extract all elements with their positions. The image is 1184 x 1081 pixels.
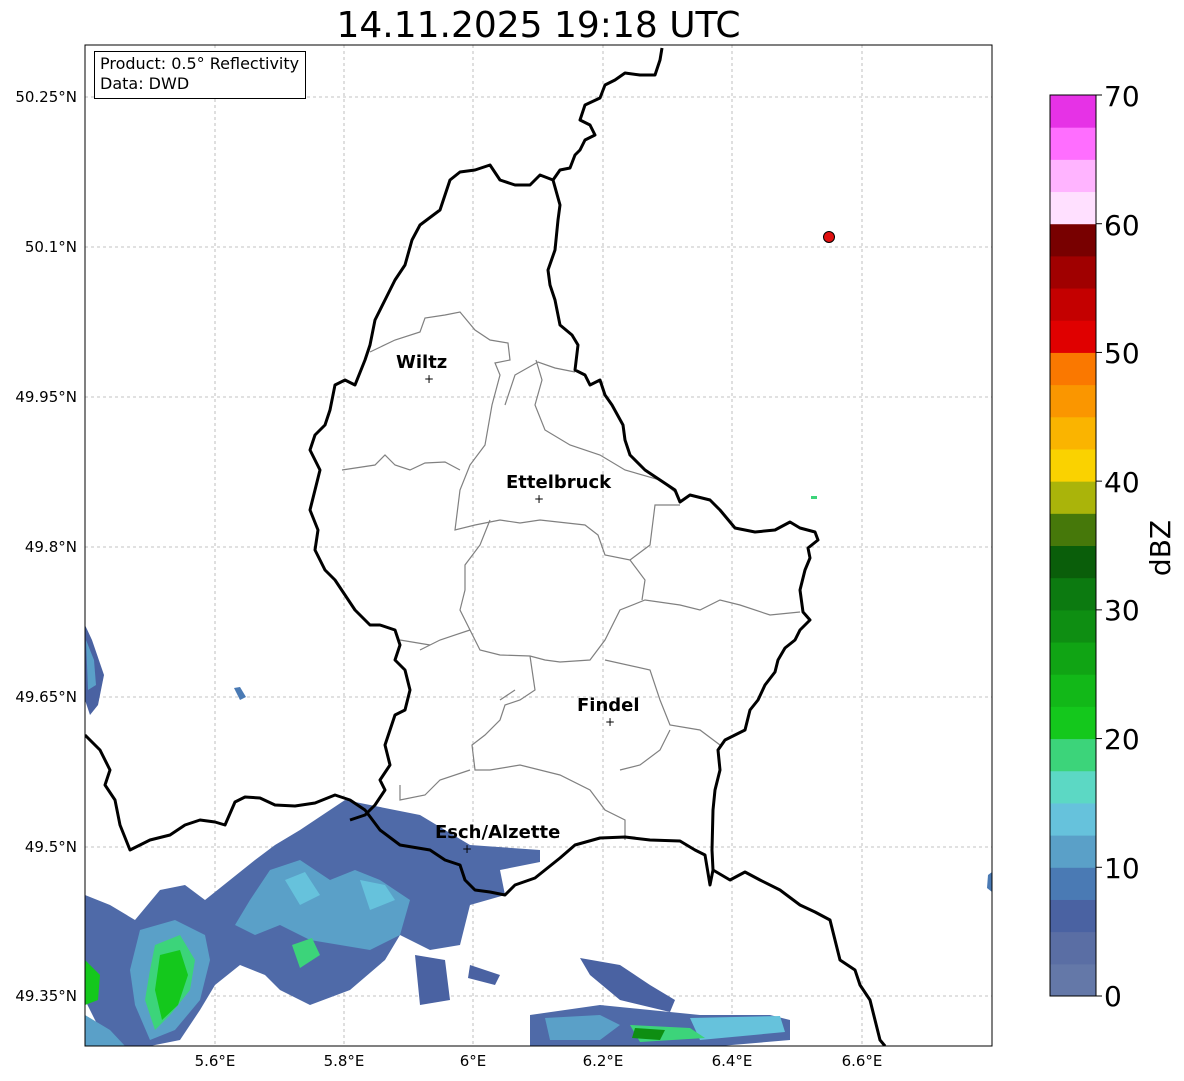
colorbar-segment [1050, 770, 1096, 804]
radar-site-marker [823, 231, 835, 243]
border-germany-north [551, 47, 664, 181]
colorbar-tick-label: 30 [1104, 594, 1140, 627]
colorbar-tick-label: 50 [1104, 337, 1140, 370]
colorbar-segment [1050, 931, 1096, 965]
colorbar [1049, 94, 1102, 997]
data-source-line: Data: DWD [100, 74, 190, 93]
colorbar-tick-label: 20 [1104, 723, 1140, 756]
lon-tick-label: 6°E [460, 1052, 487, 1070]
colorbar-segment [1050, 159, 1096, 193]
colorbar-segment [1050, 609, 1096, 643]
border-luxembourg [85, 163, 820, 897]
colorbar-segment [1050, 899, 1096, 933]
colorbar-segment [1050, 320, 1096, 353]
lon-tick-label: 6.2°E [583, 1052, 624, 1070]
colorbar-segment [1050, 835, 1096, 868]
city-marker-icon: + [534, 492, 544, 506]
colorbar-segment [1050, 706, 1096, 740]
lat-tick-label: 49.8°N [25, 538, 77, 556]
lat-tick-label: 49.95°N [15, 388, 77, 406]
lon-tick-label: 5.8°E [324, 1052, 365, 1070]
colorbar-ticks: 0 10 20 30 40 50 60 70 [1104, 80, 1140, 1013]
colorbar-segment [1050, 674, 1096, 707]
city-label-findel: Findel [577, 695, 640, 716]
colorbar-segment [1050, 545, 1096, 579]
radar-echoes [85, 496, 992, 1046]
colorbar-segment [1050, 95, 1096, 128]
colorbar-segment [1050, 288, 1096, 321]
colorbar-segment [1050, 481, 1096, 514]
colorbar-segment [1050, 223, 1096, 257]
city-marker-icon: + [605, 715, 615, 729]
product-info-line: Product: 0.5° Reflectivity [100, 54, 300, 73]
colorbar-segment [1050, 255, 1096, 289]
colorbar-segment [1050, 963, 1096, 997]
colorbar-segment [1050, 642, 1096, 675]
colorbar-tick-label: 0 [1104, 980, 1122, 1013]
city-label-esch-alzette: Esch/Alzette [435, 822, 560, 843]
city-marker-icon: + [424, 372, 434, 386]
lat-axis: 50.25°N 50.1°N 49.95°N 49.8°N 49.65°N 49… [15, 88, 77, 1005]
lon-tick-label: 6.4°E [712, 1052, 753, 1070]
colorbar-label: dBZ [1144, 520, 1177, 576]
colorbar-segment [1050, 513, 1096, 546]
colorbar-segment [1050, 738, 1096, 772]
colorbar-tick-label: 40 [1104, 466, 1140, 499]
colorbar-segment [1050, 191, 1096, 225]
colorbar-segment [1050, 867, 1096, 900]
city-ettelbruck: Ettelbruck + [506, 472, 612, 506]
colorbar-segment [1050, 577, 1096, 611]
echo-right-edge [987, 872, 992, 892]
colorbar-segment [1050, 127, 1096, 160]
colorbar-tick-label: 70 [1104, 80, 1140, 113]
lon-axis: 5.6°E 5.8°E 6°E 6.2°E 6.4°E 6.6°E [195, 1052, 883, 1070]
colorbar-segment [1050, 352, 1096, 386]
product-info-box: Product: 0.5° Reflectivity Data: DWD [94, 51, 307, 99]
colorbar-segment [1050, 802, 1096, 836]
echo-south-green-dark [632, 1028, 665, 1040]
echo-scatter-3 [580, 958, 675, 1012]
radar-map: Wiltz + Ettelbruck + Findel + Esch/Alzet… [15, 44, 1177, 1070]
colorbar-segment [1050, 416, 1096, 450]
lat-tick-label: 49.65°N [15, 688, 77, 706]
echo-small [234, 687, 246, 700]
city-wiltz: Wiltz + [396, 352, 447, 386]
city-label-ettelbruck: Ettelbruck [506, 472, 612, 493]
lat-tick-label: 49.5°N [25, 838, 77, 856]
lon-tick-label: 5.6°E [195, 1052, 236, 1070]
echo-scatter-1 [415, 955, 450, 1005]
lat-tick-label: 50.25°N [15, 88, 77, 106]
district-borders [341, 311, 801, 840]
colorbar-tick-label: 10 [1104, 852, 1140, 885]
echo-speck [811, 496, 817, 499]
colorbar-segment [1050, 448, 1096, 482]
city-findel: Findel + [577, 695, 640, 729]
colorbar-segment [1050, 384, 1096, 418]
city-marker-icon: + [462, 842, 472, 856]
colorbar-tick-label: 60 [1104, 209, 1140, 242]
lon-tick-label: 6.6°E [842, 1052, 883, 1070]
lat-tick-label: 50.1°N [25, 238, 77, 256]
city-label-wiltz: Wiltz [396, 352, 447, 373]
lat-tick-label: 49.35°N [15, 987, 77, 1005]
